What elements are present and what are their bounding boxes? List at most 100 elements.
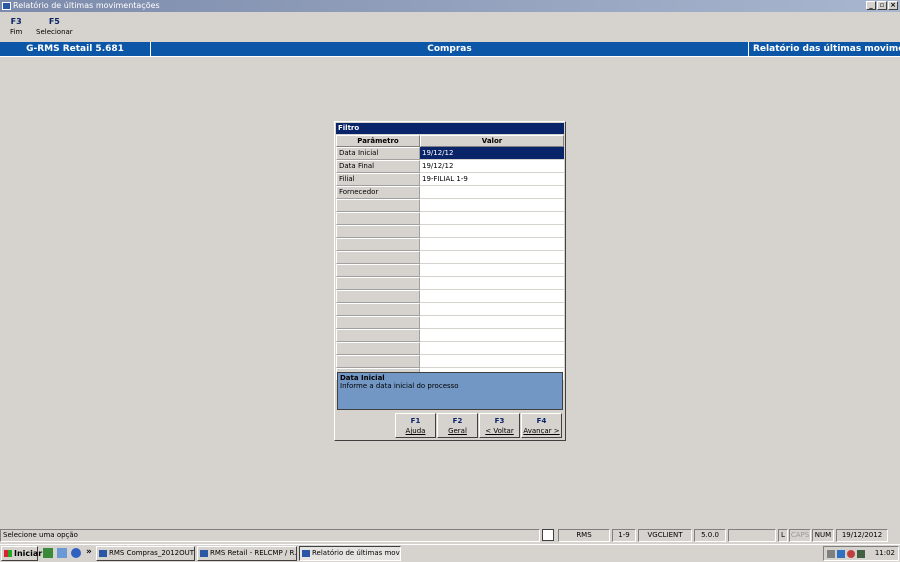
empty-grid-row[interactable] <box>336 277 564 290</box>
excel-icon[interactable] <box>43 548 53 558</box>
param-cell <box>336 329 420 342</box>
empty-grid-row[interactable] <box>336 329 564 342</box>
empty-grid-row[interactable] <box>336 290 564 303</box>
value-cell[interactable] <box>420 186 564 199</box>
param-cell <box>336 225 420 238</box>
grid-row[interactable]: Filial 19-FILIAL 1-9 <box>336 173 564 186</box>
network-icon[interactable] <box>837 550 845 558</box>
value-cell[interactable] <box>420 199 564 212</box>
next-button[interactable]: F4 Avançar > <box>521 413 562 438</box>
value-cell[interactable] <box>420 290 564 303</box>
value-cell[interactable]: 19/12/12 <box>420 160 564 173</box>
value-cell[interactable] <box>420 342 564 355</box>
status-num: NUM <box>812 529 834 542</box>
value-cell[interactable] <box>420 238 564 251</box>
grid-row[interactable]: Data Inicial 19/12/12 <box>336 147 564 160</box>
status-branch: 1-9 <box>612 529 636 542</box>
status-bar: Selecione uma opção RMS 1-9 VGCLIENT 5.0… <box>0 528 900 543</box>
param-cell <box>336 212 420 225</box>
status-client: VGCLIENT <box>638 529 692 542</box>
windows-flag-icon <box>4 550 12 557</box>
value-cell[interactable] <box>420 303 564 316</box>
printer-icon[interactable] <box>827 550 835 558</box>
help-panel: Data Inicial Informe a data inicial do p… <box>337 372 563 410</box>
window-icon <box>200 550 208 557</box>
taskbar-item-rms-retail[interactable]: RMS Retail - RELCMP / R... <box>197 546 297 561</box>
help-title: Data Inicial <box>340 374 385 382</box>
system-tray: 11:02 <box>823 546 899 561</box>
internet-explorer-icon[interactable] <box>71 548 81 558</box>
app-icon <box>2 2 11 10</box>
value-cell[interactable] <box>420 212 564 225</box>
value-cell[interactable] <box>420 277 564 290</box>
param-cell <box>336 264 420 277</box>
value-cell[interactable]: 19-FILIAL 1-9 <box>420 173 564 186</box>
taskbar-item-rms-compras[interactable]: RMS Compras_2012OUT... <box>96 546 195 561</box>
function-key-bar: F3 Fim F5 Selecionar <box>0 14 900 40</box>
value-cell[interactable] <box>420 316 564 329</box>
status-l: L <box>778 529 788 542</box>
value-cell[interactable] <box>420 329 564 342</box>
window-titlebar[interactable]: Relatório de últimas movimentações _ ▫ × <box>0 0 900 12</box>
param-cell <box>336 277 420 290</box>
antivirus-icon[interactable] <box>847 550 855 558</box>
maximize-button[interactable]: ▫ <box>877 1 887 10</box>
param-cell: Data Final <box>336 160 420 173</box>
button-label: Avançar > <box>523 427 560 435</box>
empty-grid-row[interactable] <box>336 316 564 329</box>
param-cell: Filial <box>336 173 420 186</box>
status-message: Selecione uma opção <box>0 529 540 542</box>
quicklaunch-chevron[interactable]: » <box>86 547 92 557</box>
value-cell[interactable] <box>420 355 564 368</box>
button-label: Geral <box>448 427 467 435</box>
button-key: F3 <box>494 417 505 425</box>
param-cell <box>336 342 420 355</box>
param-cell <box>336 290 420 303</box>
clock[interactable]: 11:02 <box>875 547 895 560</box>
value-cell[interactable] <box>420 251 564 264</box>
back-button[interactable]: F3 < Voltar <box>479 413 520 438</box>
close-button[interactable]: × <box>888 1 898 10</box>
empty-grid-row[interactable] <box>336 225 564 238</box>
task-label: RMS Compras_2012OUT... <box>109 549 195 557</box>
taskbar-item-relatorio[interactable]: Relatório de últimas movi... <box>299 546 401 561</box>
value-cell[interactable]: 19/12/12 <box>420 147 564 160</box>
fkey-label: Fim <box>10 28 23 36</box>
empty-grid-row[interactable] <box>336 303 564 316</box>
fkey-fim[interactable]: F3 Fim <box>10 17 22 36</box>
general-button[interactable]: F2 Geral <box>437 413 478 438</box>
status-system: RMS <box>558 529 610 542</box>
module-name: Compras <box>151 42 749 56</box>
app-version: G-RMS Retail 5.681 <box>0 42 151 56</box>
button-key: F1 <box>410 417 421 425</box>
param-cell <box>336 238 420 251</box>
value-cell[interactable] <box>420 225 564 238</box>
grid-row[interactable]: Fornecedor <box>336 186 564 199</box>
fkey-code: F3 <box>10 17 22 26</box>
column-header-value: Valor <box>420 135 564 147</box>
start-label: Iniciar <box>14 549 43 558</box>
empty-grid-row[interactable] <box>336 264 564 277</box>
window-icon <box>302 550 310 557</box>
empty-grid-row[interactable] <box>336 238 564 251</box>
empty-grid-row[interactable] <box>336 342 564 355</box>
grid-row[interactable]: Data Final 19/12/12 <box>336 160 564 173</box>
empty-grid-row[interactable] <box>336 199 564 212</box>
fkey-label: Selecionar <box>36 28 73 36</box>
task-label: RMS Retail - RELCMP / R... <box>210 549 297 557</box>
help-button[interactable]: F1 Ajuda <box>395 413 436 438</box>
fkey-selecionar[interactable]: F5 Selecionar <box>36 17 73 36</box>
button-label: Ajuda <box>405 427 426 435</box>
button-key: F2 <box>452 417 463 425</box>
empty-grid-row[interactable] <box>336 251 564 264</box>
parameter-grid: Parâmetro Valor Data Inicial 19/12/12 Da… <box>336 135 564 381</box>
start-button[interactable]: Iniciar <box>1 546 42 561</box>
param-cell <box>336 316 420 329</box>
outlook-icon[interactable] <box>57 548 67 558</box>
minimize-button[interactable]: _ <box>866 1 876 10</box>
volume-icon[interactable] <box>857 550 865 558</box>
empty-grid-row[interactable] <box>336 355 564 368</box>
status-caps: CAPS <box>789 529 811 542</box>
empty-grid-row[interactable] <box>336 212 564 225</box>
value-cell[interactable] <box>420 264 564 277</box>
